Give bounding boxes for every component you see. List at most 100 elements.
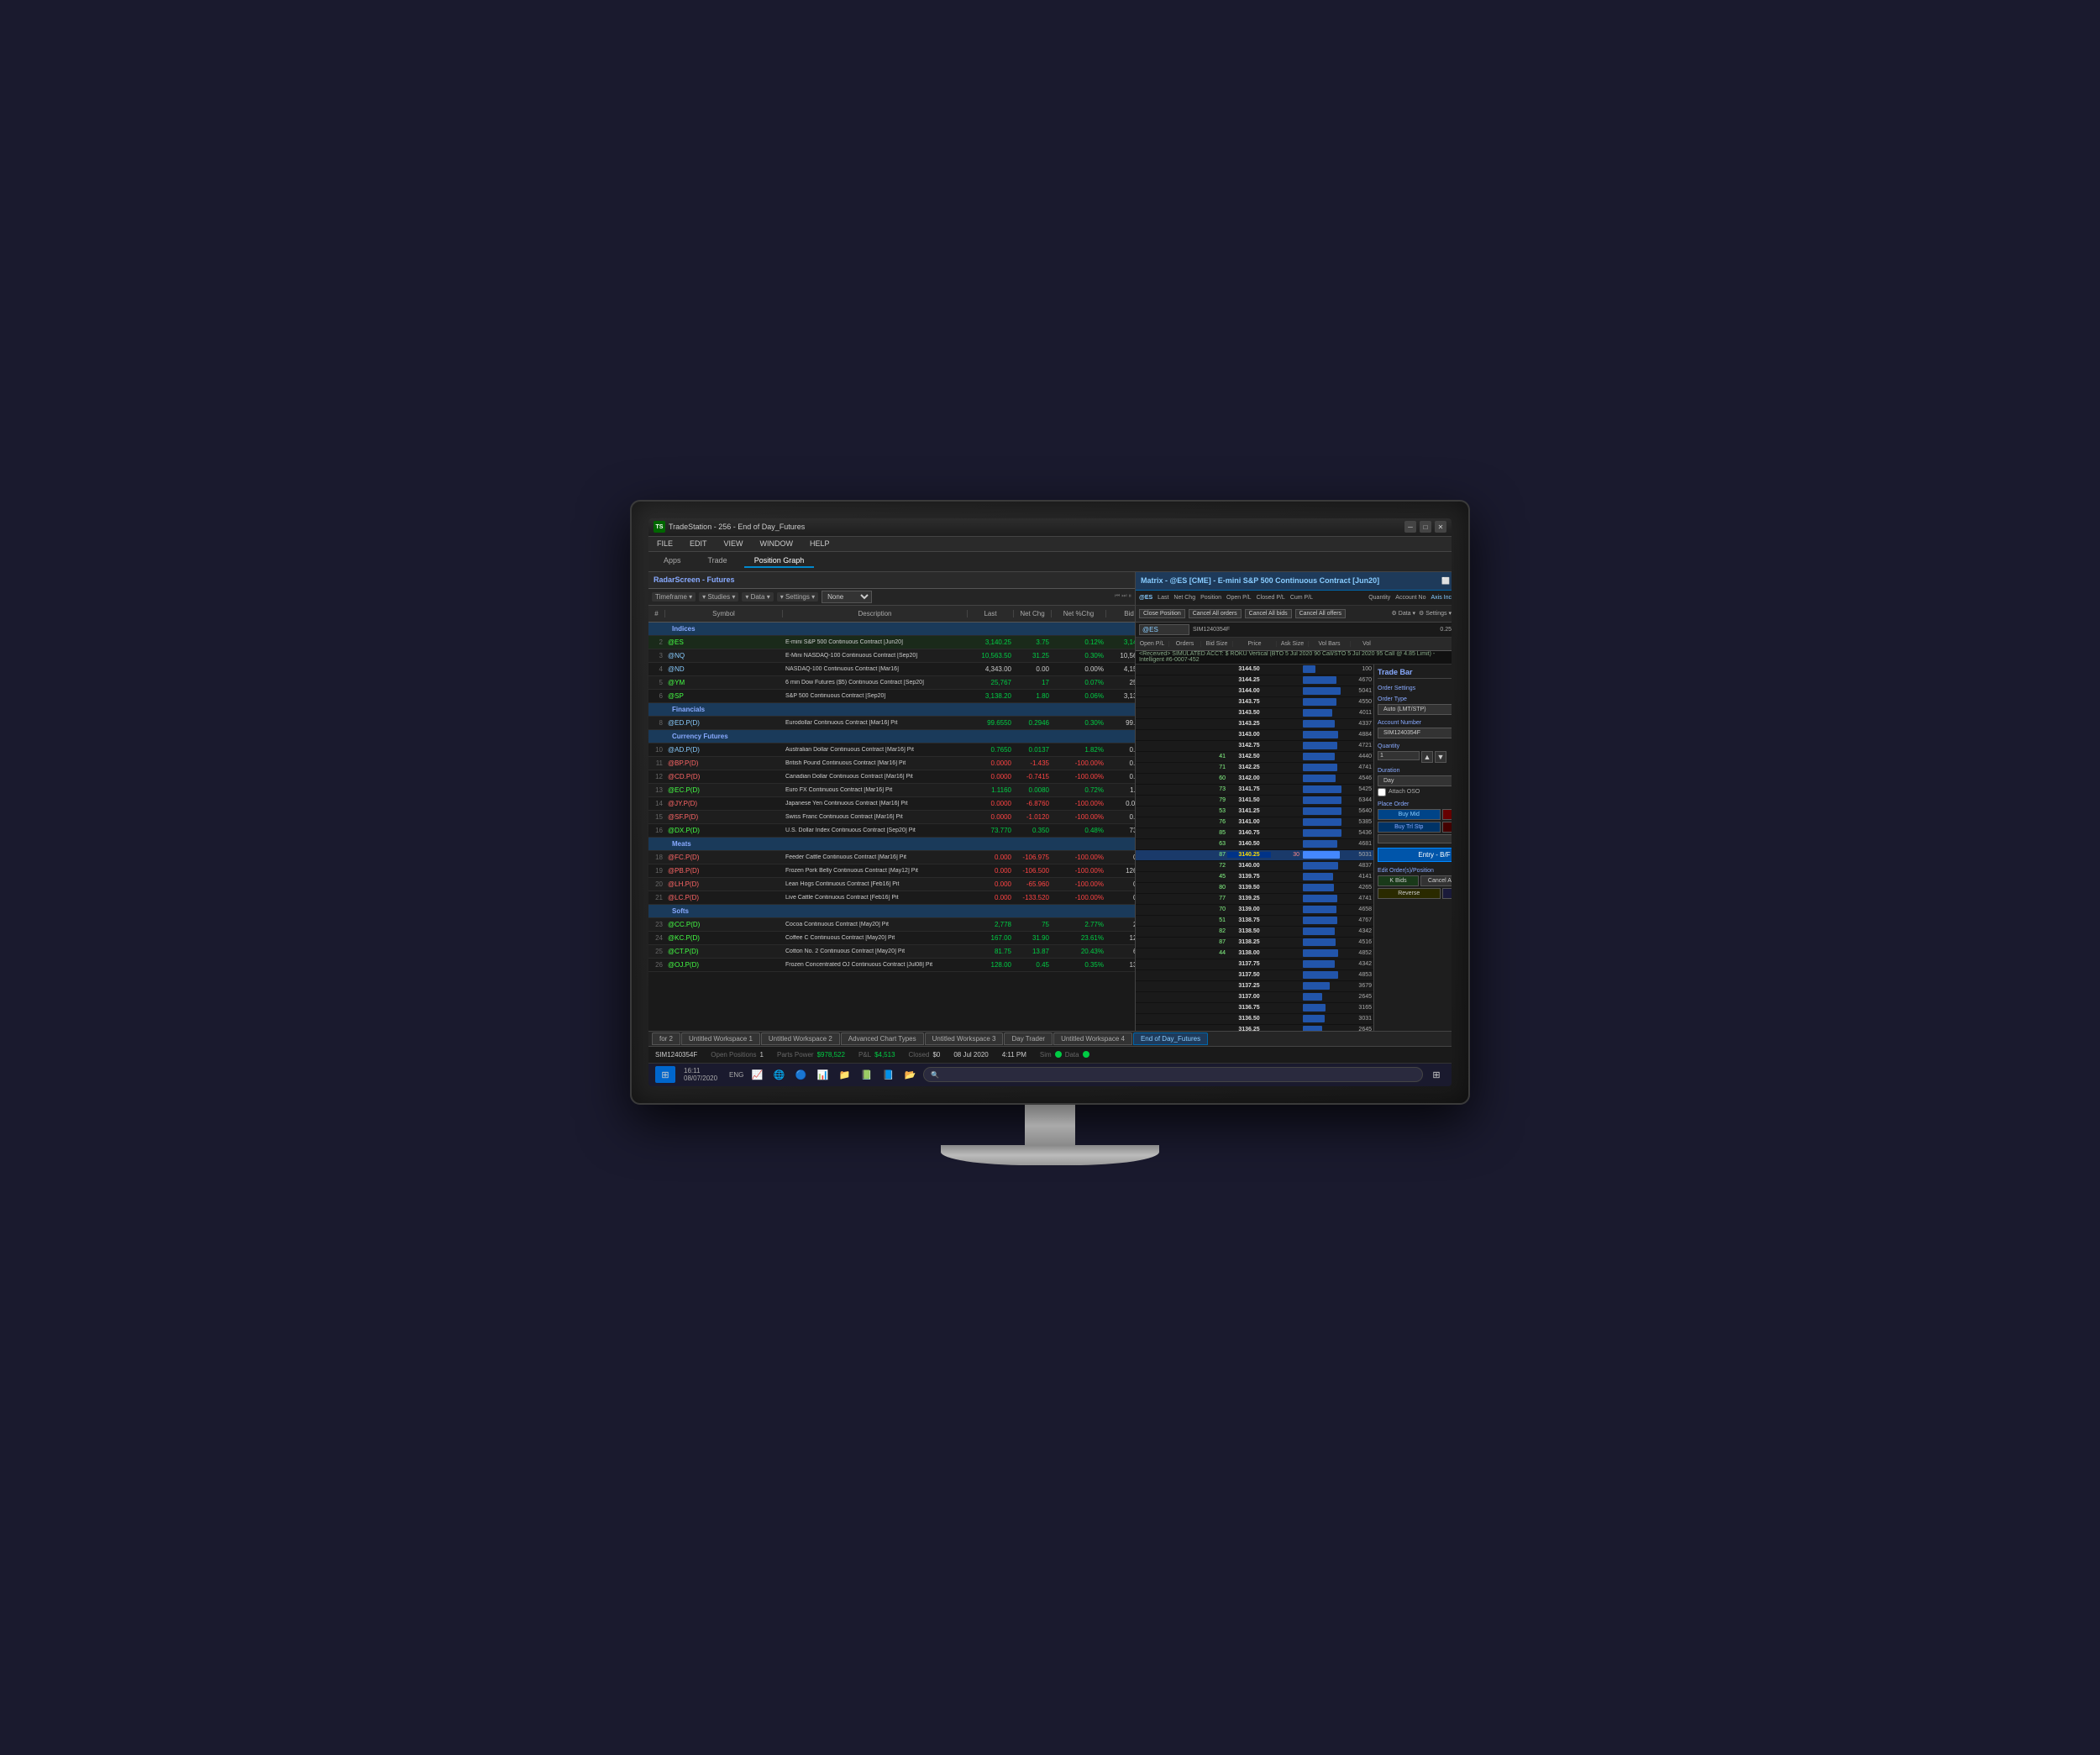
price-cell[interactable]: 3140.75 (1227, 830, 1271, 836)
price-cell[interactable]: 3137.50 (1227, 972, 1271, 978)
ladder-row[interactable]: 3142.75 4721 (1136, 741, 1373, 752)
ladder-row[interactable]: 63 3140.50 4681 (1136, 839, 1373, 850)
ladder-row[interactable]: 3137.50 4853 (1136, 970, 1373, 981)
price-cell[interactable]: 3143.75 (1227, 699, 1271, 705)
table-row[interactable]: 25 @CT.P(D) Cotton No. 2 Continuous Cont… (648, 945, 1135, 959)
price-cell[interactable]: 3137.00 (1227, 994, 1271, 1000)
sell-mid-btn[interactable]: Sell Mid (1442, 809, 1452, 820)
timeframe-dropdown[interactable]: None (822, 591, 872, 603)
price-cell[interactable]: 3140.50 (1227, 841, 1271, 847)
price-cell[interactable]: 3141.50 (1227, 797, 1271, 803)
price-cell[interactable]: 3143.50 (1227, 710, 1271, 716)
minimize-button[interactable]: ─ (1404, 521, 1416, 533)
price-cell[interactable]: 3142.50 (1227, 754, 1271, 759)
table-row[interactable]: 14 @JY.P(D) Japanese Yen Continuous Cont… (648, 797, 1135, 811)
close-trade-btn[interactable]: Close (1442, 888, 1452, 899)
ladder-row[interactable]: 3136.25 2645 (1136, 1025, 1373, 1031)
start-button[interactable]: ⊞ (655, 1066, 675, 1083)
price-cell[interactable]: 3141.25 (1227, 808, 1271, 814)
ladder-row[interactable]: 85 3140.75 5436 (1136, 828, 1373, 839)
taskbar-icon-ts[interactable]: 📈 (748, 1066, 765, 1083)
price-input[interactable] (1378, 834, 1452, 843)
ladder-row[interactable]: 3144.50 100 (1136, 665, 1373, 675)
data-btn[interactable]: ▾ Data ▾ (742, 592, 773, 602)
price-cell[interactable]: 3138.25 (1227, 939, 1271, 945)
cancel-all-btn[interactable]: Cancel All (1420, 875, 1452, 886)
ladder-row[interactable]: 70 3139.00 4658 (1136, 905, 1373, 916)
tab-day-trader[interactable]: Day Trader (1004, 1033, 1053, 1045)
ladder-row[interactable]: 3137.25 3679 (1136, 981, 1373, 992)
cancel-all-offers-btn[interactable]: Cancel All offers (1295, 609, 1346, 618)
price-cell[interactable]: 3140.00 (1227, 863, 1271, 869)
quantity-input[interactable] (1378, 751, 1420, 760)
price-cell[interactable]: 3139.75 (1227, 874, 1271, 880)
ladder-row[interactable]: 80 3139.50 4265 (1136, 883, 1373, 894)
price-cell[interactable]: 3137.25 (1227, 983, 1271, 989)
quantity-up-btn[interactable]: ▲ (1421, 751, 1433, 763)
ladder-row[interactable]: 3143.00 4884 (1136, 730, 1373, 741)
price-cell[interactable]: 3140.25 (1227, 852, 1271, 858)
price-cell[interactable]: 3138.50 (1227, 928, 1271, 934)
table-row[interactable]: 23 @CC.P(D) Cocoa Continuous Contract [M… (648, 918, 1135, 932)
price-cell[interactable]: 3136.75 (1227, 1005, 1271, 1011)
ladder-row[interactable]: 3143.25 4337 (1136, 719, 1373, 730)
tab-untitled-3[interactable]: Untitled Workspace 3 (925, 1033, 1004, 1045)
taskbar-icon-excel[interactable]: 📗 (858, 1066, 874, 1083)
ladder-row[interactable]: 87 3138.25 4516 (1136, 938, 1373, 948)
ladder-row[interactable]: 73 3141.75 5425 (1136, 785, 1373, 796)
timeframe-btn[interactable]: Timeframe ▾ (652, 592, 696, 602)
tab-untitled-1[interactable]: Untitled Workspace 1 (681, 1033, 760, 1045)
duration-dropdown[interactable]: Day (1378, 775, 1452, 786)
reverse-btn[interactable]: Reverse (1378, 888, 1441, 899)
attach-oso-checkbox[interactable] (1378, 788, 1386, 796)
price-cell[interactable]: 3139.50 (1227, 885, 1271, 891)
price-cell[interactable]: 3144.50 (1227, 666, 1271, 672)
ladder-row[interactable]: 76 3141.00 5385 (1136, 817, 1373, 828)
order-type-dropdown[interactable]: Auto (LMT/STP) (1378, 704, 1452, 715)
ladder-row[interactable]: 3136.50 3031 (1136, 1014, 1373, 1025)
price-cell[interactable]: 3143.25 (1227, 721, 1271, 727)
ladder-row[interactable]: 79 3141.50 6344 (1136, 796, 1373, 807)
price-cell[interactable]: 3141.75 (1227, 786, 1271, 792)
menu-help[interactable]: HELP (806, 539, 833, 548)
price-cell[interactable]: 3144.00 (1227, 688, 1271, 694)
ladder-row[interactable]: 44 3138.00 4852 (1136, 948, 1373, 959)
table-row[interactable]: 16 @DX.P(D) U.S. Dollar Index Continuous… (648, 824, 1135, 838)
ladder-row[interactable]: 3137.75 4342 (1136, 959, 1373, 970)
quantity-down-btn[interactable]: ▼ (1435, 751, 1446, 763)
tab-untitled-4[interactable]: Untitled Workspace 4 (1053, 1033, 1132, 1045)
taskbar-icon-windows[interactable]: ⊞ (1428, 1066, 1445, 1083)
sell-trl-stp-btn[interactable]: Sell Trl Stp (1442, 822, 1452, 833)
ladder-row[interactable]: 3137.00 2645 (1136, 992, 1373, 1003)
table-row[interactable]: 12 @CD.P(D) Canadian Dollar Continuous C… (648, 770, 1135, 784)
place-order-btn[interactable]: Entry - B/F Buy (1378, 848, 1452, 862)
table-row[interactable]: 13 @EC.P(D) Euro FX Continuous Contract … (648, 784, 1135, 797)
ladder-row[interactable]: 60 3142.00 4546 (1136, 774, 1373, 785)
table-row[interactable]: 10 @AD.P(D) Australian Dollar Continuous… (648, 744, 1135, 757)
ladder-row[interactable]: 72 3140.00 4837 (1136, 861, 1373, 872)
tab-position-graph[interactable]: Position Graph (744, 554, 815, 568)
price-cell[interactable]: 3141.00 (1227, 819, 1271, 825)
tab-trade[interactable]: Trade (698, 554, 738, 568)
price-cell[interactable]: 3138.00 (1227, 950, 1271, 956)
price-cell[interactable]: 3139.00 (1227, 906, 1271, 912)
ladder-row[interactable]: 77 3139.25 4741 (1136, 894, 1373, 905)
menu-window[interactable]: WINDOW (757, 539, 797, 548)
ladder-row[interactable]: 51 3138.75 4767 (1136, 916, 1373, 927)
menu-view[interactable]: VIEW (721, 539, 747, 548)
price-cell[interactable]: 3136.50 (1227, 1016, 1271, 1022)
account-number-dropdown[interactable]: SIM1240354F (1378, 728, 1452, 738)
table-row[interactable]: 21 @LC.P(D) Live Cattle Continuous Contr… (648, 891, 1135, 905)
ladder-row[interactable]: 3144.00 5041 (1136, 686, 1373, 697)
ladder-row[interactable]: 3144.25 4670 (1136, 675, 1373, 686)
cancel-all-bids-btn[interactable]: Cancel All bids (1245, 609, 1292, 618)
studies-btn[interactable]: ▾ Studies ▾ (699, 592, 738, 602)
matrix-symbol-input[interactable] (1139, 624, 1189, 635)
ladder-row[interactable]: 87 3140.25 30 5031 (1136, 850, 1373, 861)
taskbar-icon-word[interactable]: 📘 (879, 1066, 896, 1083)
ladder-row[interactable]: 71 3142.25 4741 (1136, 763, 1373, 774)
table-row[interactable]: 6 @SP S&P 500 Continuous Contract [Sep20… (648, 690, 1135, 703)
price-cell[interactable]: 3144.25 (1227, 677, 1271, 683)
price-cell[interactable]: 3139.25 (1227, 896, 1271, 901)
table-row[interactable]: 20 @LH.P(D) Lean Hogs Continuous Contrac… (648, 878, 1135, 891)
